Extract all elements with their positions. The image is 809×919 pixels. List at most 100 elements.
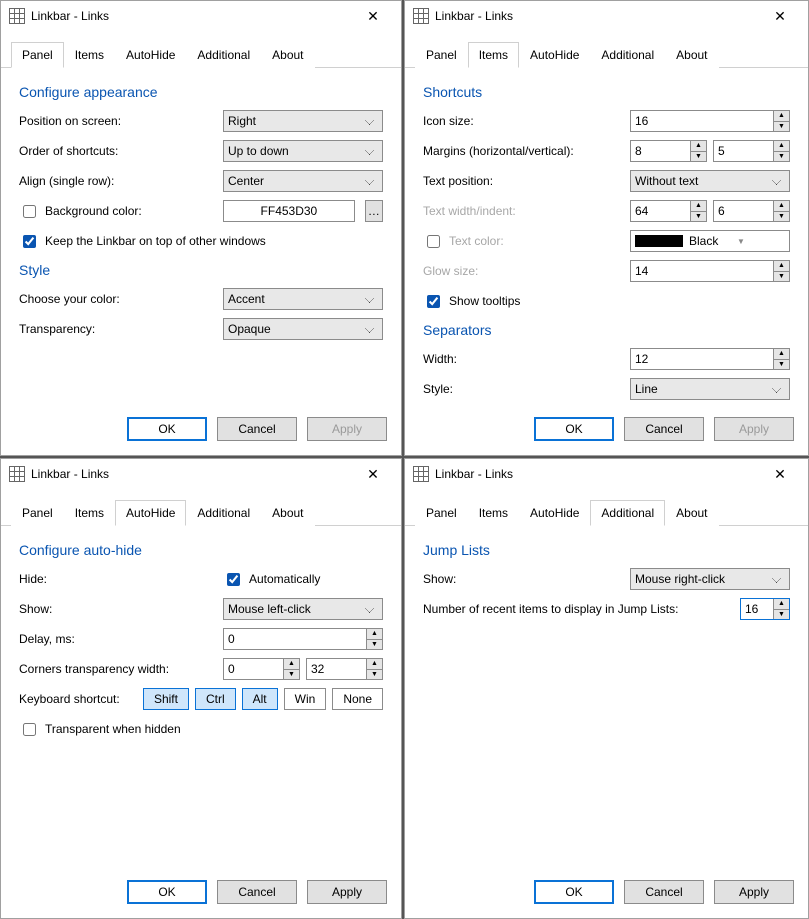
- spinner-down-icon[interactable]: ▼: [367, 670, 382, 680]
- auto-checkbox-label[interactable]: Automatically: [223, 570, 383, 589]
- tab-about[interactable]: About: [665, 500, 718, 526]
- tab-items[interactable]: Items: [64, 500, 115, 526]
- iconsize-input[interactable]: [631, 111, 773, 131]
- spinner-up-icon[interactable]: ▲: [774, 599, 789, 610]
- tab-panel[interactable]: Panel: [11, 500, 64, 526]
- spinner-down-icon[interactable]: ▼: [691, 152, 706, 162]
- margins-h-input[interactable]: [631, 141, 690, 161]
- tab-panel[interactable]: Panel: [11, 42, 64, 68]
- close-button[interactable]: ✕: [760, 2, 800, 30]
- spinner-up-icon[interactable]: ▲: [691, 201, 706, 212]
- spinner-down-icon[interactable]: ▼: [691, 212, 706, 222]
- spinner-down-icon[interactable]: ▼: [774, 272, 789, 282]
- tab-additional[interactable]: Additional: [186, 500, 261, 526]
- cancel-button[interactable]: Cancel: [624, 417, 704, 441]
- win-toggle[interactable]: Win: [284, 688, 327, 710]
- tab-items[interactable]: Items: [64, 42, 115, 68]
- spinner-up-icon[interactable]: ▲: [774, 141, 789, 152]
- spinner-up-icon[interactable]: ▲: [774, 261, 789, 272]
- tab-about[interactable]: About: [261, 500, 314, 526]
- cancel-button[interactable]: Cancel: [217, 417, 297, 441]
- none-toggle[interactable]: None: [332, 688, 383, 710]
- tab-autohide[interactable]: AutoHide: [115, 42, 186, 68]
- spinner-down-icon[interactable]: ▼: [774, 122, 789, 132]
- delay-input[interactable]: [224, 629, 366, 649]
- tab-items[interactable]: Items: [468, 500, 519, 526]
- spinner-down-icon[interactable]: ▼: [367, 640, 382, 650]
- ontop-checkbox-label[interactable]: Keep the Linkbar on top of other windows: [19, 232, 383, 251]
- tab-autohide[interactable]: AutoHide: [115, 500, 186, 526]
- transparency-select[interactable]: Opaque: [223, 318, 383, 340]
- alt-toggle[interactable]: Alt: [242, 688, 278, 710]
- tooltips-checkbox[interactable]: [427, 295, 440, 308]
- spinner-down-icon[interactable]: ▼: [774, 610, 789, 620]
- tab-autohide[interactable]: AutoHide: [519, 500, 590, 526]
- ok-button[interactable]: OK: [534, 880, 614, 904]
- color-select[interactable]: Accent: [223, 288, 383, 310]
- jl-show-select[interactable]: Mouse right-click: [630, 568, 790, 590]
- textwidth-b-input[interactable]: [714, 201, 773, 221]
- auto-checkbox[interactable]: [227, 573, 240, 586]
- bgcolor-checkbox[interactable]: [23, 205, 36, 218]
- shift-toggle[interactable]: Shift: [143, 688, 189, 710]
- spinner-down-icon[interactable]: ▼: [284, 670, 299, 680]
- tab-additional[interactable]: Additional: [590, 500, 665, 526]
- apply-button[interactable]: Apply: [307, 417, 387, 441]
- ctrl-toggle[interactable]: Ctrl: [195, 688, 236, 710]
- close-button[interactable]: ✕: [760, 460, 800, 488]
- margins-v-input[interactable]: [714, 141, 773, 161]
- corners-b-input[interactable]: [307, 659, 366, 679]
- apply-button[interactable]: Apply: [307, 880, 387, 904]
- bgcolor-picker-button[interactable]: …: [365, 200, 383, 222]
- ok-button[interactable]: OK: [127, 417, 207, 441]
- sep-style-select[interactable]: Line: [630, 378, 790, 400]
- section-autohide: Configure auto-hide: [19, 542, 383, 558]
- tab-autohide[interactable]: AutoHide: [519, 42, 590, 68]
- ok-button[interactable]: OK: [127, 880, 207, 904]
- glow-input[interactable]: [631, 261, 773, 281]
- cancel-button[interactable]: Cancel: [217, 880, 297, 904]
- spinner-down-icon[interactable]: ▼: [774, 212, 789, 222]
- show-select[interactable]: Mouse left-click: [223, 598, 383, 620]
- sep-width-input[interactable]: [631, 349, 773, 369]
- apply-button[interactable]: Apply: [714, 880, 794, 904]
- tab-additional[interactable]: Additional: [590, 42, 665, 68]
- spinner-up-icon[interactable]: ▲: [774, 201, 789, 212]
- close-button[interactable]: ✕: [353, 2, 393, 30]
- tooltips-checkbox-label[interactable]: Show tooltips: [423, 292, 790, 311]
- textpos-select[interactable]: Without text: [630, 170, 790, 192]
- ontop-checkbox[interactable]: [23, 235, 36, 248]
- spinner-up-icon[interactable]: ▲: [367, 629, 382, 640]
- spinner-up-icon[interactable]: ▲: [691, 141, 706, 152]
- corners-a-input[interactable]: [224, 659, 283, 679]
- spinner-up-icon[interactable]: ▲: [367, 659, 382, 670]
- tab-about[interactable]: About: [261, 42, 314, 68]
- spinner-up-icon[interactable]: ▲: [774, 349, 789, 360]
- order-select[interactable]: Up to down: [223, 140, 383, 162]
- align-select[interactable]: Center: [223, 170, 383, 192]
- spinner-up-icon[interactable]: ▲: [774, 111, 789, 122]
- tab-about[interactable]: About: [665, 42, 718, 68]
- bgcolor-input[interactable]: [223, 200, 355, 222]
- cancel-button[interactable]: Cancel: [624, 880, 704, 904]
- transparent-checkbox-label[interactable]: Transparent when hidden: [19, 720, 383, 739]
- textwidth-a-input[interactable]: [631, 201, 690, 221]
- position-label: Position on screen:: [19, 114, 223, 128]
- spinner-down-icon[interactable]: ▼: [774, 152, 789, 162]
- tab-additional[interactable]: Additional: [186, 42, 261, 68]
- transparent-checkbox[interactable]: [23, 723, 36, 736]
- close-button[interactable]: ✕: [353, 460, 393, 488]
- jl-recent-input[interactable]: [741, 599, 773, 619]
- position-select[interactable]: Right: [223, 110, 383, 132]
- tab-items[interactable]: Items: [468, 42, 519, 68]
- ok-button[interactable]: OK: [534, 417, 614, 441]
- bgcolor-checkbox-label[interactable]: Background color:: [19, 202, 223, 221]
- apply-button[interactable]: Apply: [714, 417, 794, 441]
- textcolor-checkbox-label[interactable]: Text color:: [423, 232, 630, 251]
- textcolor-field[interactable]: Black ▼: [630, 230, 790, 252]
- spinner-up-icon[interactable]: ▲: [284, 659, 299, 670]
- textcolor-checkbox[interactable]: [427, 235, 440, 248]
- tab-panel[interactable]: Panel: [415, 500, 468, 526]
- tab-panel[interactable]: Panel: [415, 42, 468, 68]
- spinner-down-icon[interactable]: ▼: [774, 360, 789, 370]
